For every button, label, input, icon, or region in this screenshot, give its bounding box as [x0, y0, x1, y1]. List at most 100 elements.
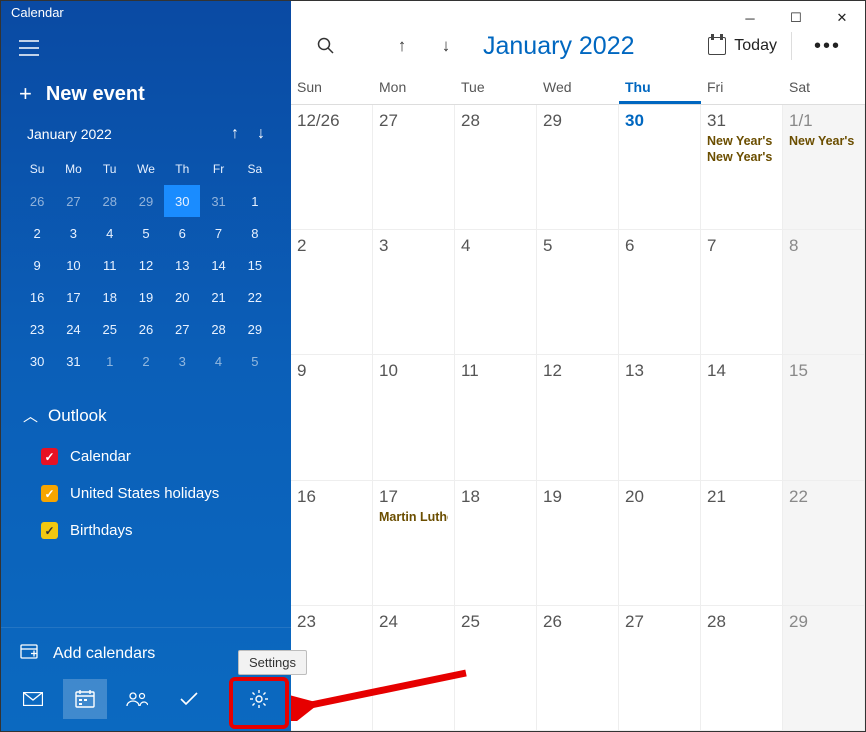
- mini-prev-icon[interactable]: ↑: [231, 125, 239, 143]
- mini-day-cell[interactable]: 22: [237, 281, 273, 313]
- day-cell[interactable]: 19: [537, 481, 619, 606]
- day-cell[interactable]: 7: [701, 230, 783, 355]
- day-cell[interactable]: 20: [619, 481, 701, 606]
- day-cell[interactable]: 28: [701, 606, 783, 731]
- day-cell[interactable]: 27: [373, 105, 455, 230]
- calendar-app-icon[interactable]: [63, 679, 107, 719]
- mini-next-icon[interactable]: ↓: [257, 125, 265, 143]
- mini-day-cell[interactable]: 28: [200, 313, 236, 345]
- mini-day-cell[interactable]: 10: [55, 249, 91, 281]
- calendar-checkbox-item[interactable]: ✓Birthdays: [1, 512, 291, 549]
- mini-day-cell[interactable]: 16: [19, 281, 55, 313]
- mini-day-cell[interactable]: 17: [55, 281, 91, 313]
- people-icon[interactable]: [115, 679, 159, 719]
- day-cell[interactable]: 14: [701, 355, 783, 480]
- mini-day-cell[interactable]: 7: [200, 217, 236, 249]
- window-maximize-button[interactable]: ☐: [773, 3, 819, 33]
- mini-day-cell[interactable]: 3: [55, 217, 91, 249]
- mini-day-cell[interactable]: 26: [19, 185, 55, 217]
- mini-day-cell[interactable]: 30: [164, 185, 200, 217]
- day-cell[interactable]: 12: [537, 355, 619, 480]
- day-cell[interactable]: 5: [537, 230, 619, 355]
- mini-day-cell[interactable]: 31: [200, 185, 236, 217]
- mini-day-cell[interactable]: 3: [164, 345, 200, 377]
- day-cell[interactable]: 24: [373, 606, 455, 731]
- window-minimize-button[interactable]: ─: [727, 3, 773, 33]
- day-cell[interactable]: 29: [783, 606, 865, 731]
- day-cell[interactable]: 28: [455, 105, 537, 230]
- event-item[interactable]: New Year's: [789, 134, 858, 148]
- day-cell[interactable]: 2: [291, 230, 373, 355]
- mini-day-cell[interactable]: 14: [200, 249, 236, 281]
- mini-day-cell[interactable]: 29: [237, 313, 273, 345]
- day-cell[interactable]: 18: [455, 481, 537, 606]
- day-cell[interactable]: 30: [619, 105, 701, 230]
- mini-day-cell[interactable]: 4: [92, 217, 128, 249]
- day-cell[interactable]: 3: [373, 230, 455, 355]
- day-cell[interactable]: 21: [701, 481, 783, 606]
- mail-icon[interactable]: [11, 679, 55, 719]
- mini-day-cell[interactable]: 18: [92, 281, 128, 313]
- mini-day-cell[interactable]: 15: [237, 249, 273, 281]
- day-cell[interactable]: 9: [291, 355, 373, 480]
- mini-day-cell[interactable]: 25: [92, 313, 128, 345]
- mini-day-cell[interactable]: 24: [55, 313, 91, 345]
- mini-day-cell[interactable]: 29: [128, 185, 164, 217]
- more-options-icon[interactable]: •••: [806, 35, 849, 58]
- day-cell[interactable]: 4: [455, 230, 537, 355]
- mini-day-cell[interactable]: 5: [237, 345, 273, 377]
- day-cell[interactable]: 22: [783, 481, 865, 606]
- mini-day-cell[interactable]: 23: [19, 313, 55, 345]
- day-cell[interactable]: 6: [619, 230, 701, 355]
- mini-day-cell[interactable]: 4: [200, 345, 236, 377]
- day-cell[interactable]: 17Martin Luther: [373, 481, 455, 606]
- day-cell[interactable]: 29: [537, 105, 619, 230]
- day-cell[interactable]: 1/1New Year's: [783, 105, 865, 230]
- day-cell[interactable]: 10: [373, 355, 455, 480]
- mini-day-cell[interactable]: 26: [128, 313, 164, 345]
- day-cell[interactable]: 27: [619, 606, 701, 731]
- day-cell[interactable]: 26: [537, 606, 619, 731]
- day-cell[interactable]: 13: [619, 355, 701, 480]
- mini-day-cell[interactable]: 27: [164, 313, 200, 345]
- prev-month-icon[interactable]: ↑: [387, 31, 417, 61]
- mini-day-cell[interactable]: 11: [92, 249, 128, 281]
- mini-day-cell[interactable]: 5: [128, 217, 164, 249]
- search-icon[interactable]: [311, 31, 341, 61]
- hamburger-icon[interactable]: [1, 24, 291, 71]
- event-item[interactable]: Martin Luther: [379, 510, 448, 524]
- account-section-toggle[interactable]: ︿ Outlook: [1, 387, 291, 438]
- event-item[interactable]: New Year's: [707, 150, 776, 164]
- day-cell[interactable]: 31New Year'sNew Year's: [701, 105, 783, 230]
- mini-calendar[interactable]: SuMoTuWeThFrSa 2627282930311234567891011…: [19, 153, 273, 377]
- mini-day-cell[interactable]: 31: [55, 345, 91, 377]
- mini-day-cell[interactable]: 6: [164, 217, 200, 249]
- day-cell[interactable]: 8: [783, 230, 865, 355]
- mini-calendar-title[interactable]: January 2022: [27, 126, 112, 142]
- mini-day-cell[interactable]: 21: [200, 281, 236, 313]
- day-cell[interactable]: 16: [291, 481, 373, 606]
- todo-icon[interactable]: [167, 679, 211, 719]
- mini-day-cell[interactable]: 9: [19, 249, 55, 281]
- calendar-checkbox-item[interactable]: ✓Calendar: [1, 438, 291, 475]
- mini-day-cell[interactable]: 1: [237, 185, 273, 217]
- day-cell[interactable]: 12/26: [291, 105, 373, 230]
- today-button[interactable]: Today: [692, 37, 777, 55]
- mini-day-cell[interactable]: 2: [128, 345, 164, 377]
- event-item[interactable]: New Year's: [707, 134, 776, 148]
- mini-day-cell[interactable]: 27: [55, 185, 91, 217]
- mini-day-cell[interactable]: 1: [92, 345, 128, 377]
- mini-day-cell[interactable]: 8: [237, 217, 273, 249]
- month-title[interactable]: January 2022: [483, 32, 635, 61]
- next-month-icon[interactable]: ↓: [431, 31, 461, 61]
- day-cell[interactable]: 15: [783, 355, 865, 480]
- new-event-button[interactable]: + New event: [1, 71, 291, 125]
- mini-day-cell[interactable]: 20: [164, 281, 200, 313]
- mini-day-cell[interactable]: 28: [92, 185, 128, 217]
- mini-day-cell[interactable]: 30: [19, 345, 55, 377]
- settings-icon[interactable]: [237, 679, 281, 719]
- mini-day-cell[interactable]: 13: [164, 249, 200, 281]
- mini-day-cell[interactable]: 19: [128, 281, 164, 313]
- calendar-checkbox-item[interactable]: ✓United States holidays: [1, 475, 291, 512]
- day-cell[interactable]: 25: [455, 606, 537, 731]
